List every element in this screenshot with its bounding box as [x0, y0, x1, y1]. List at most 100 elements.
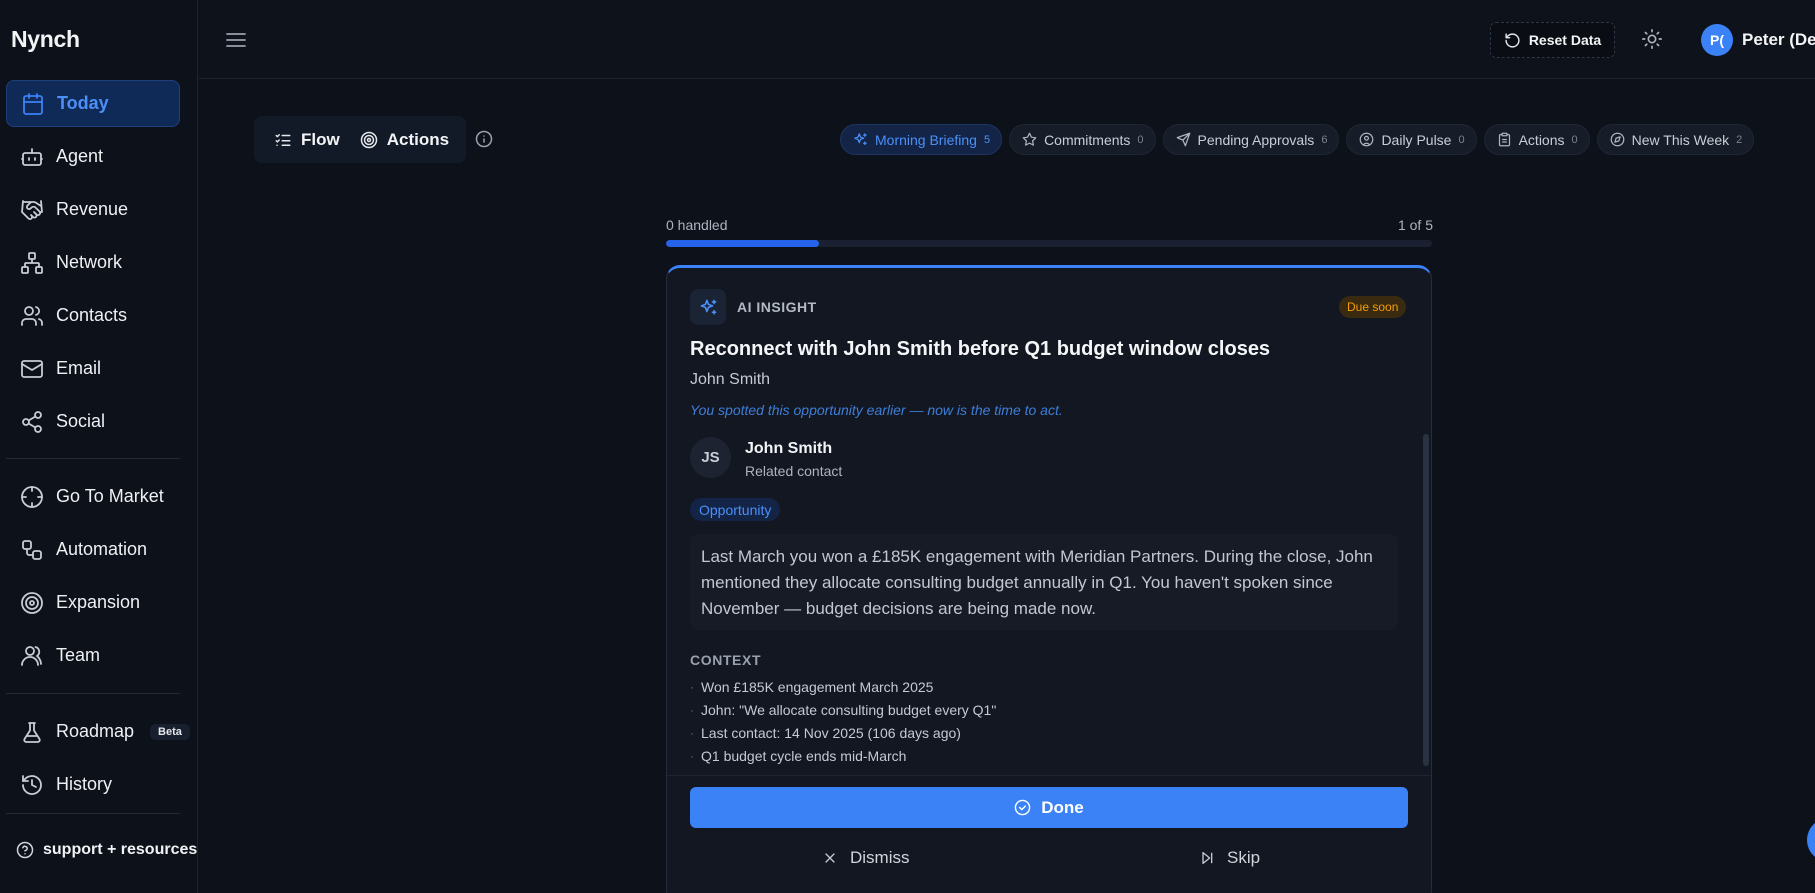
sidebar-item-label: Revenue — [56, 199, 129, 219]
dismiss-label: Dismiss — [850, 848, 910, 867]
support-label: support + resources — [43, 841, 198, 858]
sidebar-item-label: Today — [57, 93, 109, 113]
progress-fill — [666, 240, 820, 247]
floating-help-button[interactable] — [1807, 818, 1815, 862]
sidebar-item-label: Social — [56, 411, 106, 431]
filter-actions[interactable]: Actions 0 — [1483, 124, 1590, 155]
star-icon — [1022, 132, 1037, 147]
card-scrollbar[interactable] — [1423, 434, 1429, 766]
check-circle-icon — [1014, 799, 1031, 816]
done-label: Done — [1041, 797, 1084, 817]
user-menu[interactable]: P( Peter (De — [1701, 24, 1815, 56]
info-icon[interactable] — [475, 130, 493, 148]
contact-name[interactable]: John Smith — [745, 440, 832, 458]
handshake-icon — [20, 198, 44, 222]
card-divider — [667, 775, 1431, 776]
sidebar-item-agent[interactable]: Agent — [6, 133, 180, 180]
sidebar-item-label: Team — [56, 645, 101, 665]
sidebar-item-contacts[interactable]: Contacts — [6, 292, 180, 339]
filter-pending-approvals[interactable]: Pending Approvals 6 — [1162, 124, 1340, 155]
sidebar-item-label: History — [56, 774, 113, 794]
sidebar-item-go-to-market[interactable]: Go To Market — [6, 473, 180, 520]
clipboard-icon — [1497, 132, 1512, 147]
list-item: · Won £185K engagement March 2025 — [690, 675, 996, 698]
menu-icon[interactable] — [224, 28, 248, 52]
sidebar-item-history[interactable]: History — [6, 761, 180, 808]
sidebar-item-label: Email — [56, 358, 102, 378]
sidebar-item-label: Roadmap — [56, 721, 135, 741]
sparkles-icon — [853, 132, 868, 147]
filter-label: Daily Pulse — [1381, 131, 1452, 148]
bullet: · — [690, 679, 694, 694]
sidebar-item-automation[interactable]: Automation — [6, 526, 180, 573]
sparkles-icon — [699, 298, 718, 317]
filter-label: New This Week — [1631, 131, 1730, 148]
context-text: Q1 budget cycle ends mid-March — [701, 747, 907, 764]
filter-new-this-week[interactable]: New This Week 2 — [1596, 124, 1755, 155]
context-heading: CONTEXT — [690, 652, 762, 668]
filter-label: Morning Briefing — [875, 131, 977, 148]
opportunity-tag: Opportunity — [690, 498, 781, 521]
share-icon — [20, 410, 44, 434]
flow-mode-label: Flow — [301, 129, 340, 149]
beta-badge: Beta — [150, 723, 190, 740]
context-text: Won £185K engagement March 2025 — [701, 678, 934, 695]
filter-daily-pulse[interactable]: Daily Pulse 0 — [1346, 124, 1477, 155]
history-icon — [20, 773, 44, 797]
context-text: John: "We allocate consulting budget eve… — [701, 701, 997, 718]
filter-morning-briefing[interactable]: Morning Briefing 5 — [840, 124, 1003, 155]
context-text: Last contact: 14 Nov 2025 (106 days ago) — [701, 724, 961, 741]
done-button[interactable]: Done — [690, 787, 1408, 828]
sun-icon[interactable] — [1641, 28, 1663, 50]
filter-count: 2 — [1736, 133, 1743, 146]
sidebar-divider — [6, 813, 180, 814]
dismiss-button[interactable]: Dismiss — [822, 845, 910, 871]
sidebar-item-label: Go To Market — [56, 486, 164, 506]
target-icon — [360, 131, 378, 149]
card-hint: You spotted this opportunity earlier — n… — [690, 402, 1063, 418]
user-circle-icon — [1359, 132, 1374, 147]
reset-data-button[interactable]: Reset Data — [1490, 22, 1615, 58]
bot-icon — [20, 145, 44, 169]
card-type-icon-wrap — [690, 289, 726, 325]
filter-label: Pending Approvals — [1197, 131, 1315, 148]
skip-button[interactable]: Skip — [1199, 845, 1260, 871]
sidebar-item-email[interactable]: Email — [6, 345, 180, 392]
view-mode-toggle: Flow Actions — [254, 116, 466, 163]
sidebar-item-label: Automation — [56, 539, 148, 559]
actions-mode-button[interactable]: Actions — [350, 122, 459, 157]
filter-count: 5 — [983, 133, 991, 146]
filter-count: 0 — [1458, 133, 1465, 146]
sidebar-item-label: Network — [56, 252, 123, 272]
avatar: P( — [1701, 24, 1733, 56]
flow-mode-button[interactable]: Flow — [264, 122, 350, 157]
team-icon — [20, 644, 44, 668]
filter-commitments[interactable]: Commitments 0 — [1009, 124, 1156, 155]
mail-icon — [20, 357, 44, 381]
sidebar-item-revenue[interactable]: Revenue — [6, 186, 180, 233]
compass-icon — [1610, 132, 1625, 147]
sidebar-item-label: Agent — [56, 146, 104, 166]
sidebar-item-today[interactable]: Today — [6, 80, 180, 127]
sidebar: Nynch Today Agent Revenue Network Contac… — [0, 0, 198, 893]
insight-description: Last March you won a £185K engagement wi… — [690, 534, 1398, 630]
filter-pills: Morning Briefing 5 Commitments 0 Pending… — [840, 124, 1755, 155]
status-badge: Due soon — [1339, 296, 1407, 318]
sidebar-item-roadmap[interactable]: Roadmap Beta — [6, 708, 190, 755]
card-title: Reconnect with John Smith before Q1 budg… — [690, 338, 1271, 360]
sidebar-divider — [6, 693, 180, 694]
send-icon — [1176, 132, 1191, 147]
close-icon — [822, 850, 838, 866]
flask-icon — [20, 720, 44, 744]
target-icon — [20, 591, 44, 615]
refresh-icon — [1504, 32, 1521, 49]
support-link[interactable]: support + resources — [16, 841, 197, 859]
top-header: Reset Data P( Peter (De — [199, 0, 1815, 79]
crosshair-icon — [20, 485, 44, 509]
sidebar-item-team[interactable]: Team — [6, 632, 180, 679]
list-item: · Q1 budget cycle ends mid-March — [690, 744, 996, 767]
card-subtitle: John Smith — [690, 371, 771, 388]
sidebar-item-social[interactable]: Social — [6, 398, 180, 445]
sidebar-item-expansion[interactable]: Expansion — [6, 579, 180, 626]
sidebar-item-network[interactable]: Network — [6, 239, 180, 286]
